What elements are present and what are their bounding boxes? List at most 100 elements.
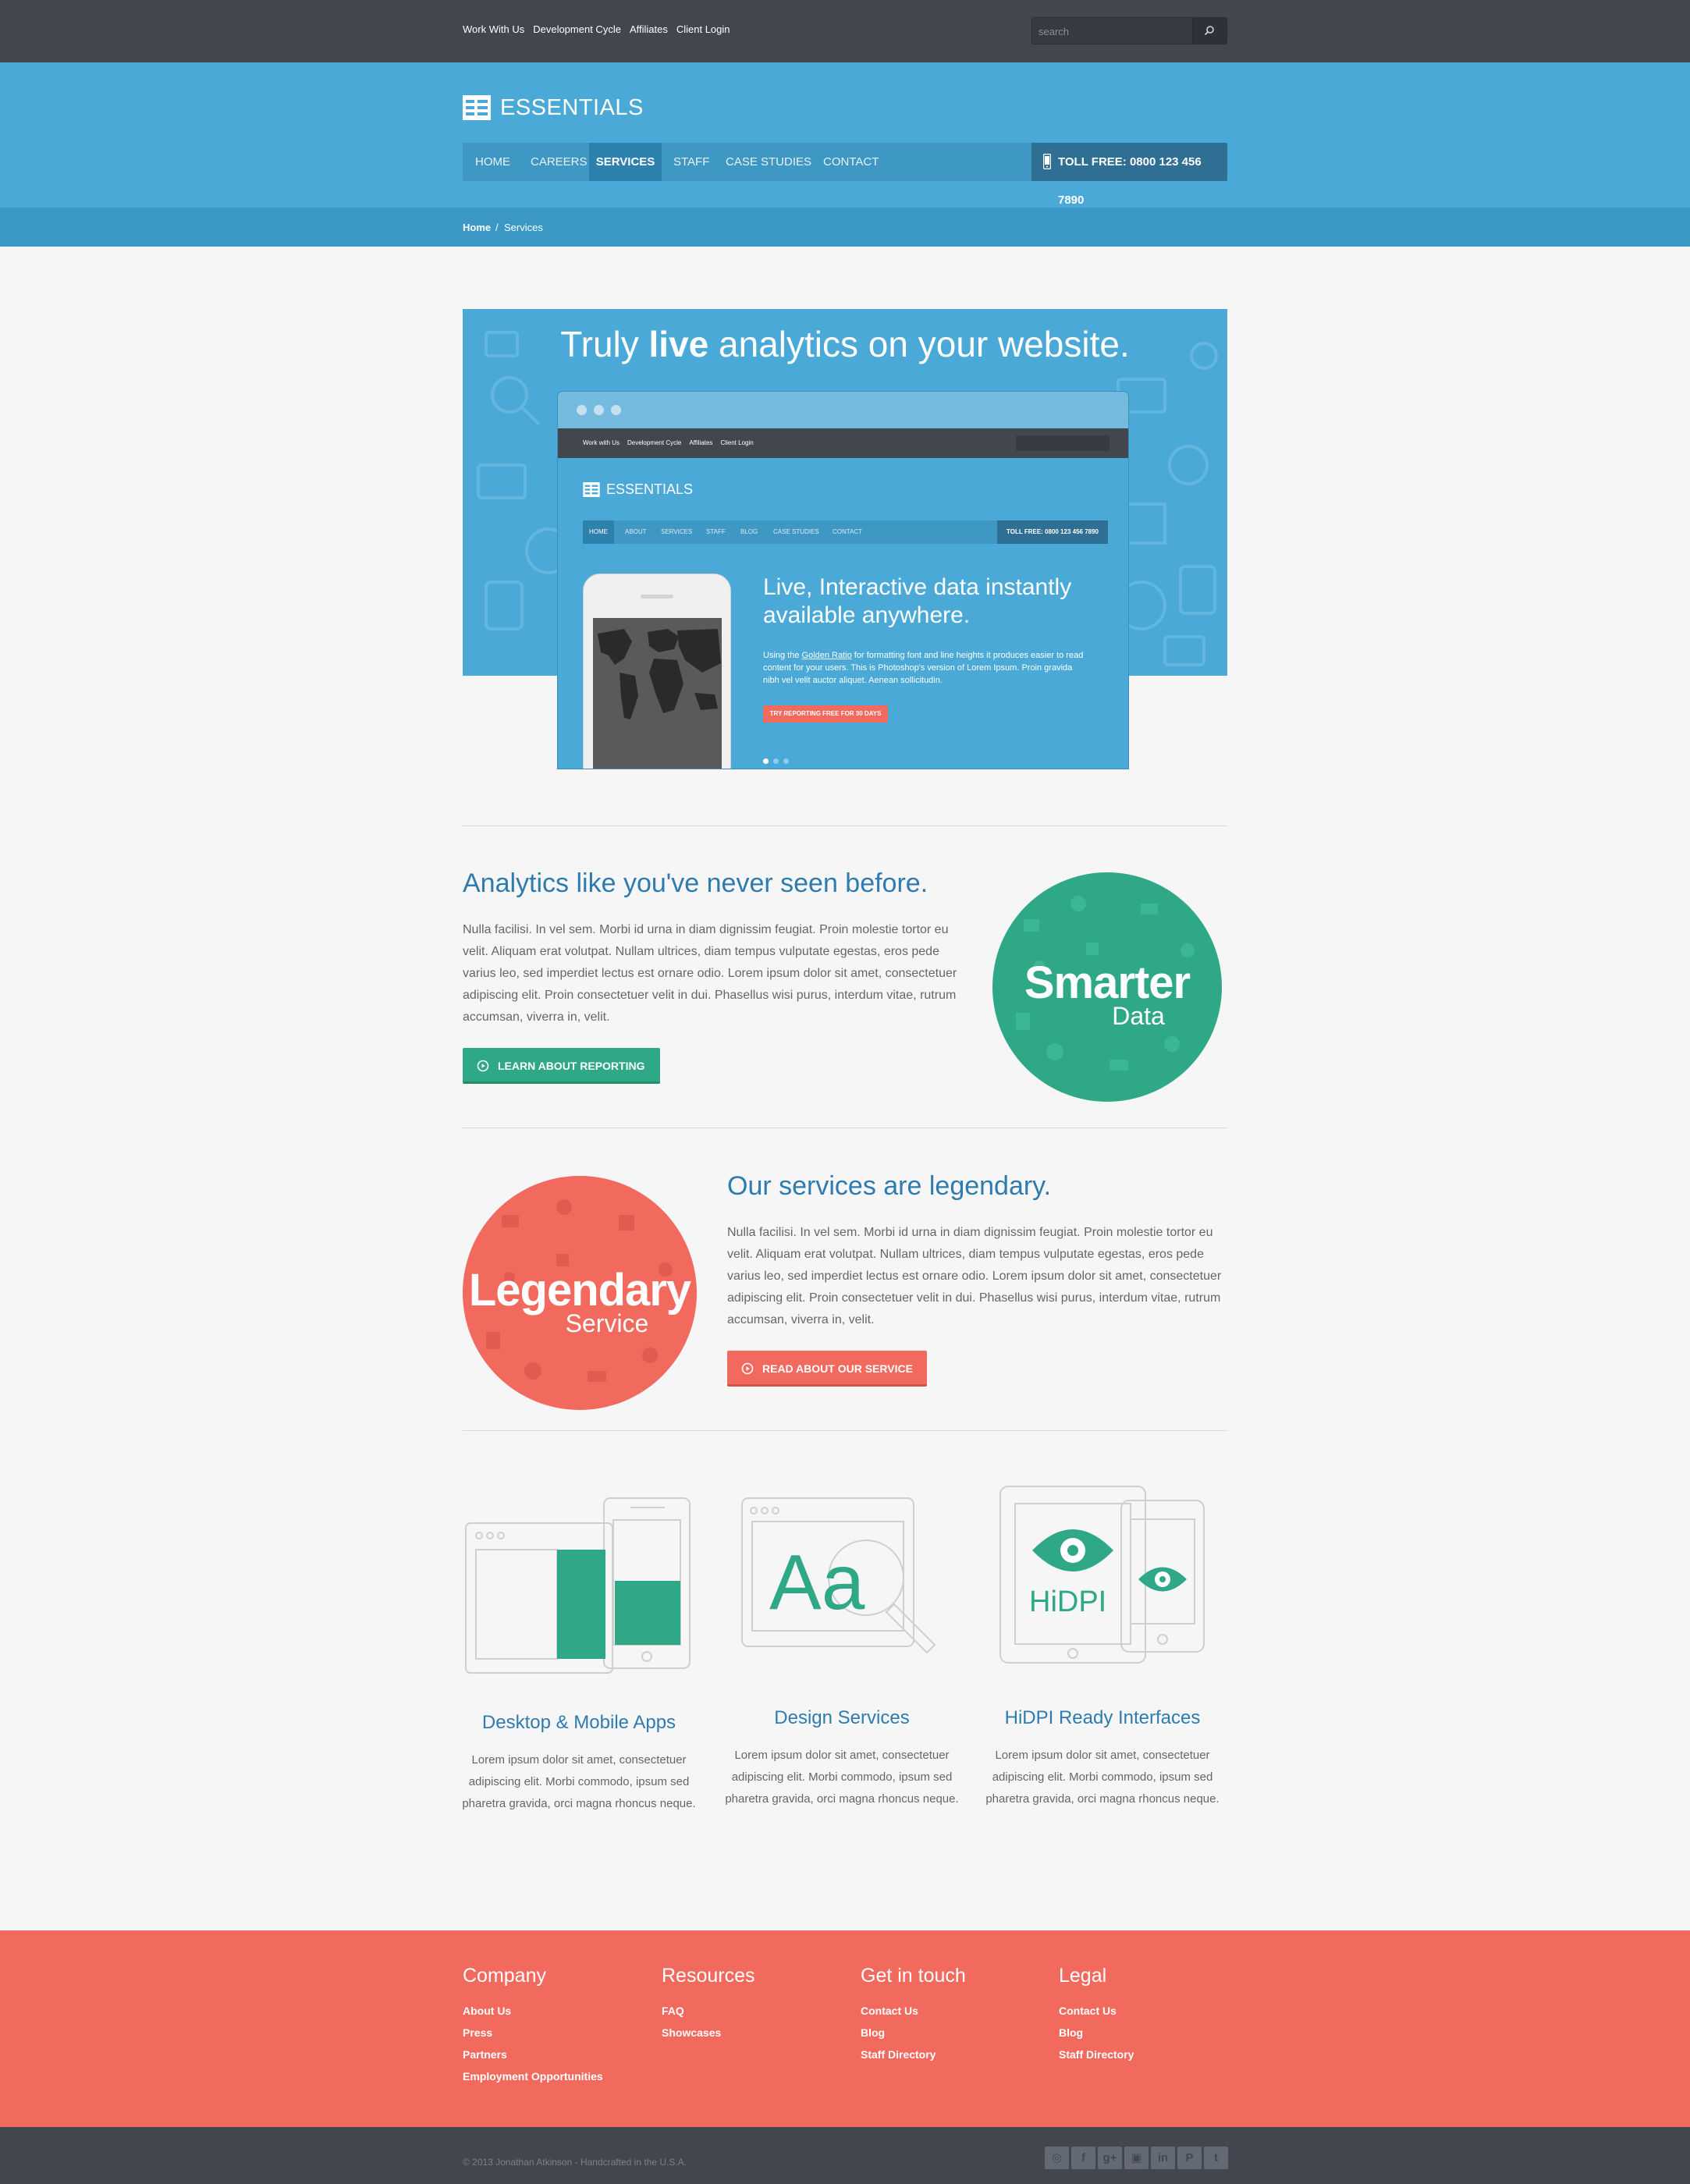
mockup-toll-free: TOLL FREE: 0800 123 456 7890 (997, 520, 1108, 544)
badge-title: Smarter (1024, 957, 1191, 1008)
divider (463, 1430, 1227, 1431)
site-footer: Company About Us Press Partners Employme… (0, 1930, 1690, 2127)
browser-mockup: Work with Us Development Cycle Affiliate… (557, 391, 1129, 769)
slider-dot (763, 758, 769, 764)
service-design: Design Services Lorem ipsum dolor sit am… (725, 1707, 959, 1810)
nav-contact[interactable]: CONTACT (823, 143, 879, 181)
service-title: Desktop & Mobile Apps (481, 1712, 676, 1733)
phone-mockup (583, 574, 731, 769)
browser-chrome (558, 392, 1128, 428)
smarter-data-badge: Smarter Data (992, 872, 1222, 1102)
mockup-logo: ESSENTIALS (583, 481, 693, 498)
window-dot (594, 405, 604, 415)
footer-link[interactable]: Employment Opportunities (463, 2065, 603, 2087)
footer-link[interactable]: About Us (463, 2000, 603, 2022)
breadcrumb-separator: / (495, 222, 499, 233)
service-desktop-mobile: Desktop & Mobile Apps Lorem ipsum dolor … (462, 1712, 696, 1815)
linkedin-icon[interactable]: in (1151, 2147, 1175, 2169)
mockup-body: Using the Golden Ratio for formatting fo… (763, 651, 1084, 685)
nav-home[interactable]: HOME (475, 143, 510, 181)
search-box (1031, 17, 1227, 44)
slider-dot (783, 758, 789, 764)
top-link-client-login[interactable]: Client Login (676, 23, 730, 35)
copyright: © 2013 Jonathan Atkinson - Handcrafted i… (463, 2157, 687, 2168)
hidpi-eye-icon: HiDPI (999, 1486, 1205, 1664)
facebook-icon[interactable]: f (1071, 2147, 1095, 2169)
hero-title: Truly live analytics on your website. (560, 324, 1130, 364)
footer-link[interactable]: Partners (463, 2044, 603, 2065)
footer-column-resources: Resources FAQ Showcases (662, 1965, 755, 2044)
footer-link[interactable]: Blog (1059, 2022, 1134, 2044)
footer-link[interactable]: Staff Directory (1059, 2044, 1134, 2065)
footer-link[interactable]: FAQ (662, 2000, 755, 2022)
mockup-cta-button: TRY REPORTING FREE FOR 30 DAYS (763, 705, 888, 723)
slider-dot (773, 758, 779, 764)
phone-speaker (641, 595, 673, 598)
play-circle-icon (477, 1060, 489, 1072)
top-link-development-cycle[interactable]: Development Cycle (533, 23, 621, 35)
mockup-top-link: Work with Us (583, 439, 620, 446)
footer-link[interactable]: Blog (861, 2022, 966, 2044)
nav-services[interactable]: SERVICES (589, 143, 662, 181)
slider-dots (763, 758, 789, 764)
service-body: Lorem ipsum dolor sit amet, consectetuer… (725, 1749, 959, 1806)
footer-link[interactable]: Showcases (662, 2022, 755, 2044)
phone-icon (1043, 154, 1051, 169)
toll-free-number: TOLL FREE: 0800 123 456 7890 (1031, 143, 1227, 207)
footer-link[interactable]: Press (463, 2022, 603, 2044)
logo-icon (463, 95, 491, 120)
mockup-headline: Live, Interactive data instantly availab… (763, 574, 1072, 628)
top-link-affiliates[interactable]: Affiliates (630, 23, 668, 35)
mockup-nav-item: CONTACT (833, 528, 863, 535)
top-bar: Work With Us Development Cycle Affiliate… (0, 0, 1690, 62)
footer-column-company: Company About Us Press Partners Employme… (463, 1965, 603, 2087)
site-logo[interactable]: ESSENTIALS (463, 94, 644, 122)
footer-column-get-in-touch: Get in touch Contact Us Blog Staff Direc… (861, 1965, 966, 2065)
devices-icon (465, 1497, 691, 1674)
google-plus-icon[interactable]: g+ (1098, 2147, 1122, 2169)
service-hidpi: HiDPI Ready Interfaces Lorem ipsum dolor… (985, 1707, 1220, 1810)
golden-ratio-link: Golden Ratio (801, 651, 852, 660)
legendary-service-badge: Legendary Service (463, 1176, 697, 1410)
hidpi-label: HiDPI (1029, 1586, 1106, 1618)
instagram-icon[interactable]: ▣ (1124, 2147, 1149, 2169)
dribbble-icon[interactable]: ◎ (1045, 2147, 1069, 2169)
typography-magnifier-icon: Aa (741, 1497, 936, 1654)
mockup-top-link: Development Cycle (627, 439, 682, 446)
mockup-search (1016, 435, 1110, 451)
nav-case-studies[interactable]: CASE STUDIES (726, 143, 811, 181)
mockup-nav-item: BLOG (740, 528, 758, 535)
footer-link[interactable]: Contact Us (861, 2000, 966, 2022)
footer-link[interactable]: Staff Directory (861, 2044, 966, 2065)
main-nav: HOME CAREERS SERVICES STAFF CASE STUDIES… (463, 143, 1227, 207)
mockup-nav-item: ABOUT (625, 528, 647, 535)
footer-link[interactable]: Contact Us (1059, 2000, 1134, 2022)
nav-careers[interactable]: CAREERS (531, 143, 588, 181)
breadcrumb-home[interactable]: Home (463, 222, 491, 233)
site-header: ESSENTIALS HOME CAREERS SERVICES STAFF C… (0, 62, 1690, 208)
twitter-icon[interactable]: t (1204, 2147, 1228, 2169)
service-title: HiDPI Ready Interfaces (1004, 1707, 1201, 1728)
play-circle-icon (741, 1362, 754, 1375)
service-body: Lorem ipsum dolor sit amet, consectetuer… (985, 1749, 1220, 1806)
learn-about-reporting-button[interactable]: LEARN ABOUT REPORTING (463, 1048, 660, 1084)
mockup-nav-item: SERVICES (661, 528, 693, 535)
search-input[interactable] (1038, 23, 1187, 39)
top-link-work-with-us[interactable]: Work With Us (463, 23, 524, 35)
footer-column-title: Legal (1059, 1965, 1107, 1987)
mockup-top-link: Affiliates (689, 439, 713, 446)
nav-staff[interactable]: STAFF (673, 143, 709, 181)
mockup-nav: HOME ABOUT SERVICES STAFF BLOG CASE STUD… (583, 520, 1108, 544)
toll-free-text: TOLL FREE: 0800 123 456 7890 (1058, 155, 1202, 207)
feature2-heading: Our services are legendary. (727, 1171, 1052, 1201)
pinterest-icon[interactable]: P (1177, 2147, 1202, 2169)
world-map-screen (593, 618, 722, 769)
feature1-heading: Analytics like you've never seen before. (463, 868, 928, 898)
footer-column-title: Get in touch (861, 1965, 966, 1987)
footer-column-legal: Legal Contact Us Blog Staff Directory (1059, 1965, 1134, 2065)
badge-subtitle: Data (1112, 1002, 1165, 1030)
logo-text: ESSENTIALS (500, 94, 644, 120)
mockup-nav-item: STAFF (706, 528, 726, 535)
read-about-our-service-button[interactable]: READ ABOUT OUR SERVICE (727, 1351, 927, 1387)
search-button[interactable] (1192, 18, 1227, 44)
